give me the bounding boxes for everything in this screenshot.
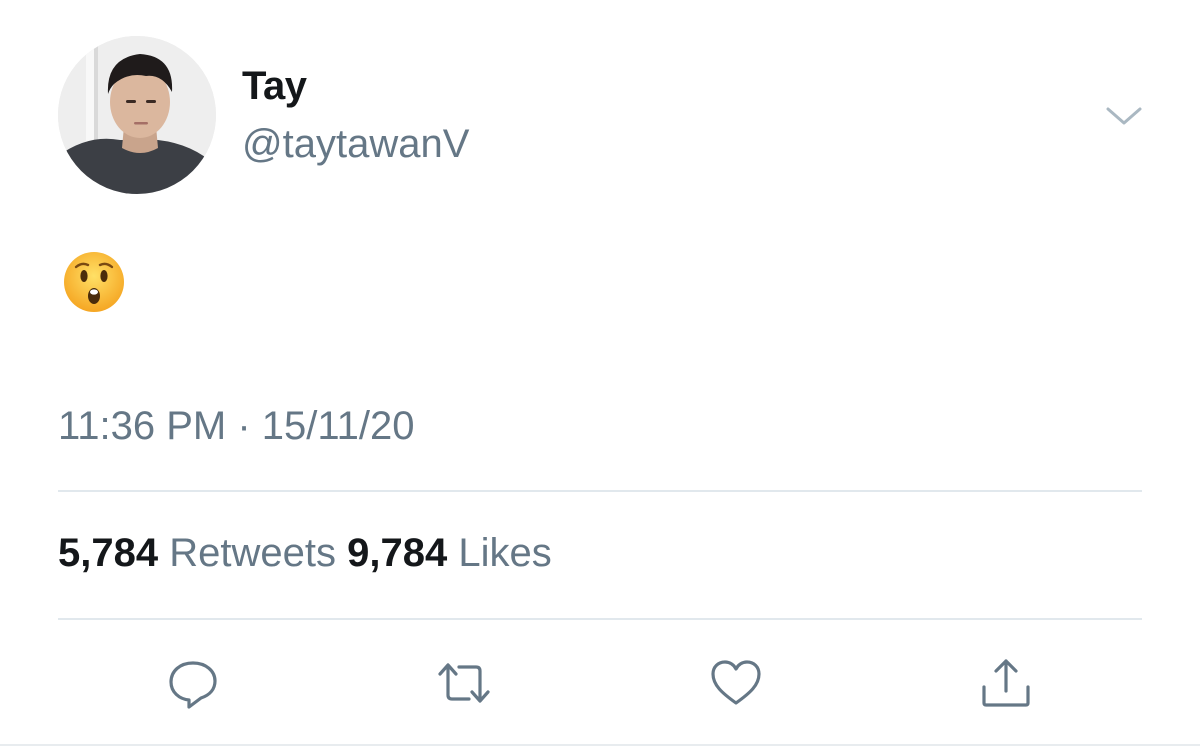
chevron-down-icon[interactable] [1104, 100, 1144, 132]
avatar-photo [58, 36, 216, 194]
avatar[interactable] [58, 36, 216, 194]
retweet-icon [438, 663, 490, 703]
hushed-face-emoji [62, 250, 126, 314]
share-icon [982, 659, 1030, 707]
engagement-stats: 5,784 Retweets 9,784 Likes [58, 531, 552, 576]
tweet-timestamp[interactable]: 11:36 PM · 15/11/20 [58, 404, 415, 449]
retweets-label[interactable]: Retweets [169, 531, 336, 575]
like-button[interactable] [708, 655, 764, 711]
reply-button[interactable] [165, 655, 221, 711]
user-handle[interactable]: @taytawanV [242, 122, 469, 167]
divider [58, 618, 1142, 620]
tweet-detail: Tay @taytawanV 11:36 PM · 15/11/20 5,784… [0, 0, 1200, 747]
heart-icon [711, 660, 761, 705]
bottom-divider [0, 744, 1200, 746]
likes-label[interactable]: Likes [458, 531, 551, 575]
reply-icon [169, 661, 217, 709]
display-name[interactable]: Tay [242, 64, 307, 109]
retweets-count[interactable]: 5,784 [58, 531, 158, 575]
retweet-button[interactable] [436, 655, 492, 711]
divider [58, 490, 1142, 492]
share-button[interactable] [978, 655, 1034, 711]
likes-count[interactable]: 9,784 [347, 531, 447, 575]
